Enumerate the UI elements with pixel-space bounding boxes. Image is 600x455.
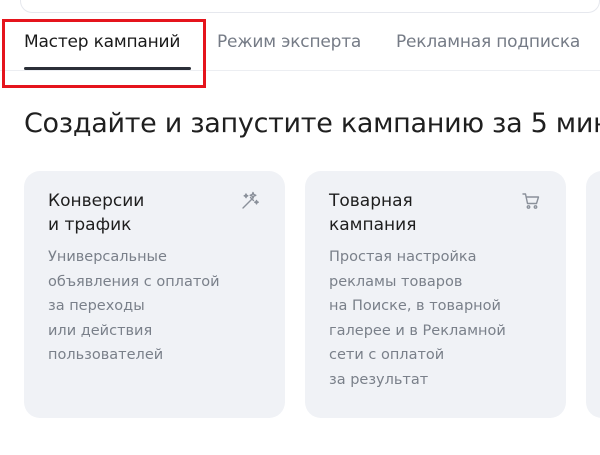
top-panel-border <box>20 0 600 13</box>
tabs-divider <box>0 70 600 71</box>
magic-wand-icon <box>240 191 260 211</box>
card-description: Универсальные объявления с оплатой за пе… <box>48 249 220 364</box>
tab-ad-subscription[interactable]: Рекламная подписка <box>396 32 580 52</box>
top-panel-edge <box>0 0 600 14</box>
tab-expert-mode[interactable]: Режим эксперта <box>217 32 361 52</box>
tab-campaign-wizard[interactable]: Мастер кампаний <box>24 32 180 52</box>
campaign-card-conversions-traffic[interactable]: Конверсии и трафик Универсальные объявле… <box>24 171 285 418</box>
campaign-card-partial[interactable] <box>586 171 600 418</box>
page-title: Создайте и запустите кампанию за 5 мин <box>24 108 600 139</box>
campaign-mode-tabs: Мастер кампаний Режим эксперта Рекламная… <box>0 18 600 70</box>
shopping-cart-icon <box>521 191 541 211</box>
card-description: Простая настройка рекламы товаров на Пои… <box>329 249 506 388</box>
campaign-card-product[interactable]: Товарная кампания Простая настройка рекл… <box>305 171 566 418</box>
card-title: Товарная кампания <box>329 191 417 235</box>
card-title: Конверсии и трафик <box>48 191 145 235</box>
